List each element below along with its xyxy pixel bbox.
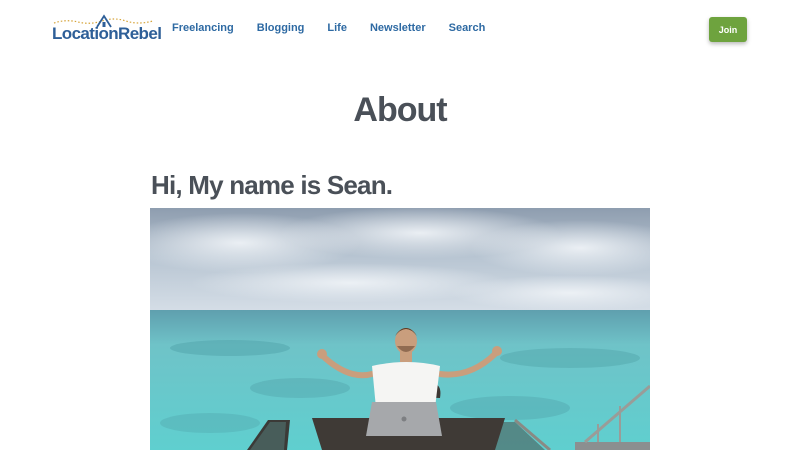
intro-heading: Hi, My name is Sean.: [151, 170, 393, 200]
nav-item-search[interactable]: Search: [449, 21, 486, 35]
nav-item-freelancing[interactable]: Freelancing: [172, 21, 234, 35]
page-title: About: [353, 91, 447, 129]
site-header: LocationRebel Freelancing Blogging Life …: [0, 0, 800, 58]
logo-text: LocationRebel: [52, 24, 162, 43]
nav-item-life[interactable]: Life: [327, 21, 347, 35]
nav-item-newsletter[interactable]: Newsletter: [370, 21, 426, 35]
nav-item-blogging[interactable]: Blogging: [257, 21, 305, 35]
main-nav: Freelancing Blogging Life Newsletter Sea…: [172, 21, 508, 35]
join-button[interactable]: Join: [709, 17, 747, 42]
beach-photo-illustration: [150, 208, 650, 450]
hero-photo: [150, 208, 650, 450]
site-logo[interactable]: LocationRebel: [52, 14, 162, 42]
